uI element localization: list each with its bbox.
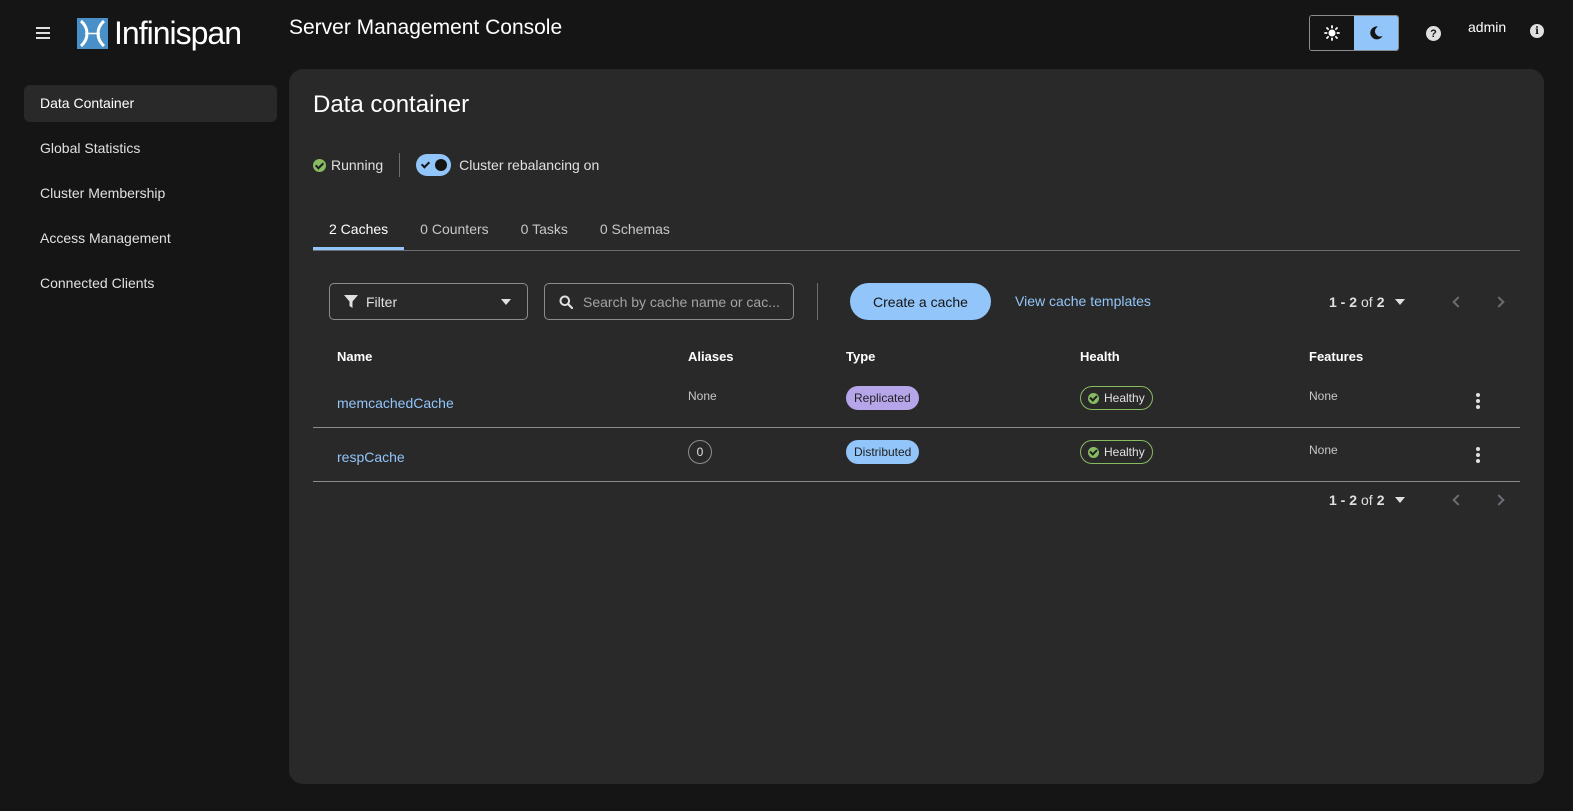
previous-page-icon[interactable] xyxy=(1448,490,1468,510)
previous-page-icon[interactable] xyxy=(1448,292,1468,312)
pagination-range[interactable]: 1 - 2 xyxy=(1329,294,1357,310)
info-icon[interactable]: i xyxy=(1530,24,1544,38)
column-header-features: Features xyxy=(1309,349,1364,364)
search-icon xyxy=(559,295,573,309)
caches-table: Name Aliases Type Health Features memcac… xyxy=(313,339,1520,482)
divider xyxy=(399,153,401,177)
health-label: Healthy xyxy=(1104,445,1145,459)
aliases-value: None xyxy=(688,389,717,403)
table-header: Name Aliases Type Health Features xyxy=(313,339,1520,374)
running-check-icon xyxy=(313,158,326,172)
next-page-icon[interactable] xyxy=(1492,490,1512,510)
pagination-range[interactable]: 1 - 2 xyxy=(1329,492,1357,508)
column-header-name[interactable]: Name xyxy=(337,349,372,364)
brand-name: Infinispan xyxy=(114,15,242,51)
caret-down-icon[interactable] xyxy=(1394,496,1405,503)
main-content: Data container Running Cluster rebalanci… xyxy=(289,69,1544,784)
features-value: None xyxy=(1309,443,1338,457)
pagination-total: 2 xyxy=(1376,293,1385,310)
create-cache-button[interactable]: Create a cache xyxy=(850,283,991,320)
sidebar-item-cluster-membership[interactable]: Cluster Membership xyxy=(24,175,277,212)
app-title: Server Management Console xyxy=(289,16,563,39)
masthead: Infinispan Server Management Console ? a… xyxy=(0,0,1573,66)
hamburger-menu-icon[interactable] xyxy=(36,27,50,39)
moon-icon xyxy=(1370,26,1383,40)
rebalancing-toggle[interactable] xyxy=(416,154,452,176)
caret-down-icon xyxy=(501,299,511,305)
caret-down-icon[interactable] xyxy=(1394,298,1405,305)
filter-icon xyxy=(344,294,358,308)
next-page-icon[interactable] xyxy=(1492,292,1512,312)
healthy-check-icon xyxy=(1088,392,1099,404)
search-box xyxy=(544,283,794,320)
sidebar-item-connected-clients[interactable]: Connected Clients xyxy=(24,265,277,302)
pagination-of: of xyxy=(1361,293,1373,310)
healthy-check-icon xyxy=(1088,446,1099,458)
column-header-aliases: Aliases xyxy=(688,349,734,364)
page-title: Data container xyxy=(313,91,470,118)
view-templates-link[interactable]: View cache templates xyxy=(1015,283,1151,320)
search-input[interactable] xyxy=(581,292,785,311)
cache-name-link[interactable]: respCache xyxy=(337,449,405,465)
help-icon[interactable]: ? xyxy=(1426,26,1441,41)
tab-schemas[interactable]: 0 Schemas xyxy=(584,208,686,250)
pagination-total: 2 xyxy=(1376,491,1385,508)
pagination-top: 1 - 2 of 2 xyxy=(1329,283,1520,320)
cache-name-link[interactable]: memcachedCache xyxy=(337,395,454,411)
tab-tasks[interactable]: 0 Tasks xyxy=(505,208,584,250)
rebalancing-label: Cluster rebalancing on xyxy=(459,157,600,173)
infinispan-logo[interactable]: Infinispan xyxy=(77,15,242,52)
filter-dropdown[interactable]: Filter xyxy=(329,283,528,320)
check-icon xyxy=(421,159,431,169)
pagination-bottom: 1 - 2 of 2 xyxy=(1329,481,1520,518)
sun-icon xyxy=(1324,25,1340,41)
theme-toggle xyxy=(1309,15,1399,51)
cache-type-label: Replicated xyxy=(846,386,919,410)
cache-type-label: Distributed xyxy=(846,440,920,464)
column-header-health[interactable]: Health xyxy=(1080,349,1120,364)
aliases-count-badge: 0 xyxy=(688,440,712,464)
filter-label: Filter xyxy=(366,293,398,310)
tabs: 2 Caches 0 Counters 0 Tasks 0 Schemas xyxy=(313,208,1520,251)
dark-theme-button[interactable] xyxy=(1354,16,1398,50)
toggle-knob xyxy=(435,159,448,171)
user-menu[interactable]: admin xyxy=(1468,19,1506,35)
table-row: memcachedCache None Replicated Healthy N… xyxy=(313,374,1520,428)
health-badge: Healthy xyxy=(1080,386,1153,410)
row-actions-kebab-icon[interactable] xyxy=(1470,393,1486,411)
pagination-of: of xyxy=(1361,491,1373,508)
light-theme-button[interactable] xyxy=(1310,16,1354,50)
tab-caches[interactable]: 2 Caches xyxy=(313,208,405,250)
features-value: None xyxy=(1309,389,1338,403)
sidebar-item-global-statistics[interactable]: Global Statistics xyxy=(24,130,277,167)
sidebar-item-access-management[interactable]: Access Management xyxy=(24,220,277,257)
health-label: Healthy xyxy=(1104,391,1145,405)
infinispan-logo-icon xyxy=(77,18,108,49)
row-actions-kebab-icon[interactable] xyxy=(1470,447,1486,465)
toolbar: Filter Create a cache View cache templat… xyxy=(329,283,1520,320)
sidebar-nav: Data Container Global Statistics Cluster… xyxy=(24,85,277,310)
status-text: Running xyxy=(331,157,384,173)
tab-counters[interactable]: 0 Counters xyxy=(404,208,504,250)
sidebar-item-data-container[interactable]: Data Container xyxy=(24,85,277,122)
toolbar-divider xyxy=(817,283,818,320)
table-row: respCache 0 Distributed Healthy None xyxy=(313,428,1520,482)
column-header-type[interactable]: Type xyxy=(846,349,875,364)
health-badge: Healthy xyxy=(1080,440,1153,464)
status-row: Running Cluster rebalancing on xyxy=(313,153,599,177)
